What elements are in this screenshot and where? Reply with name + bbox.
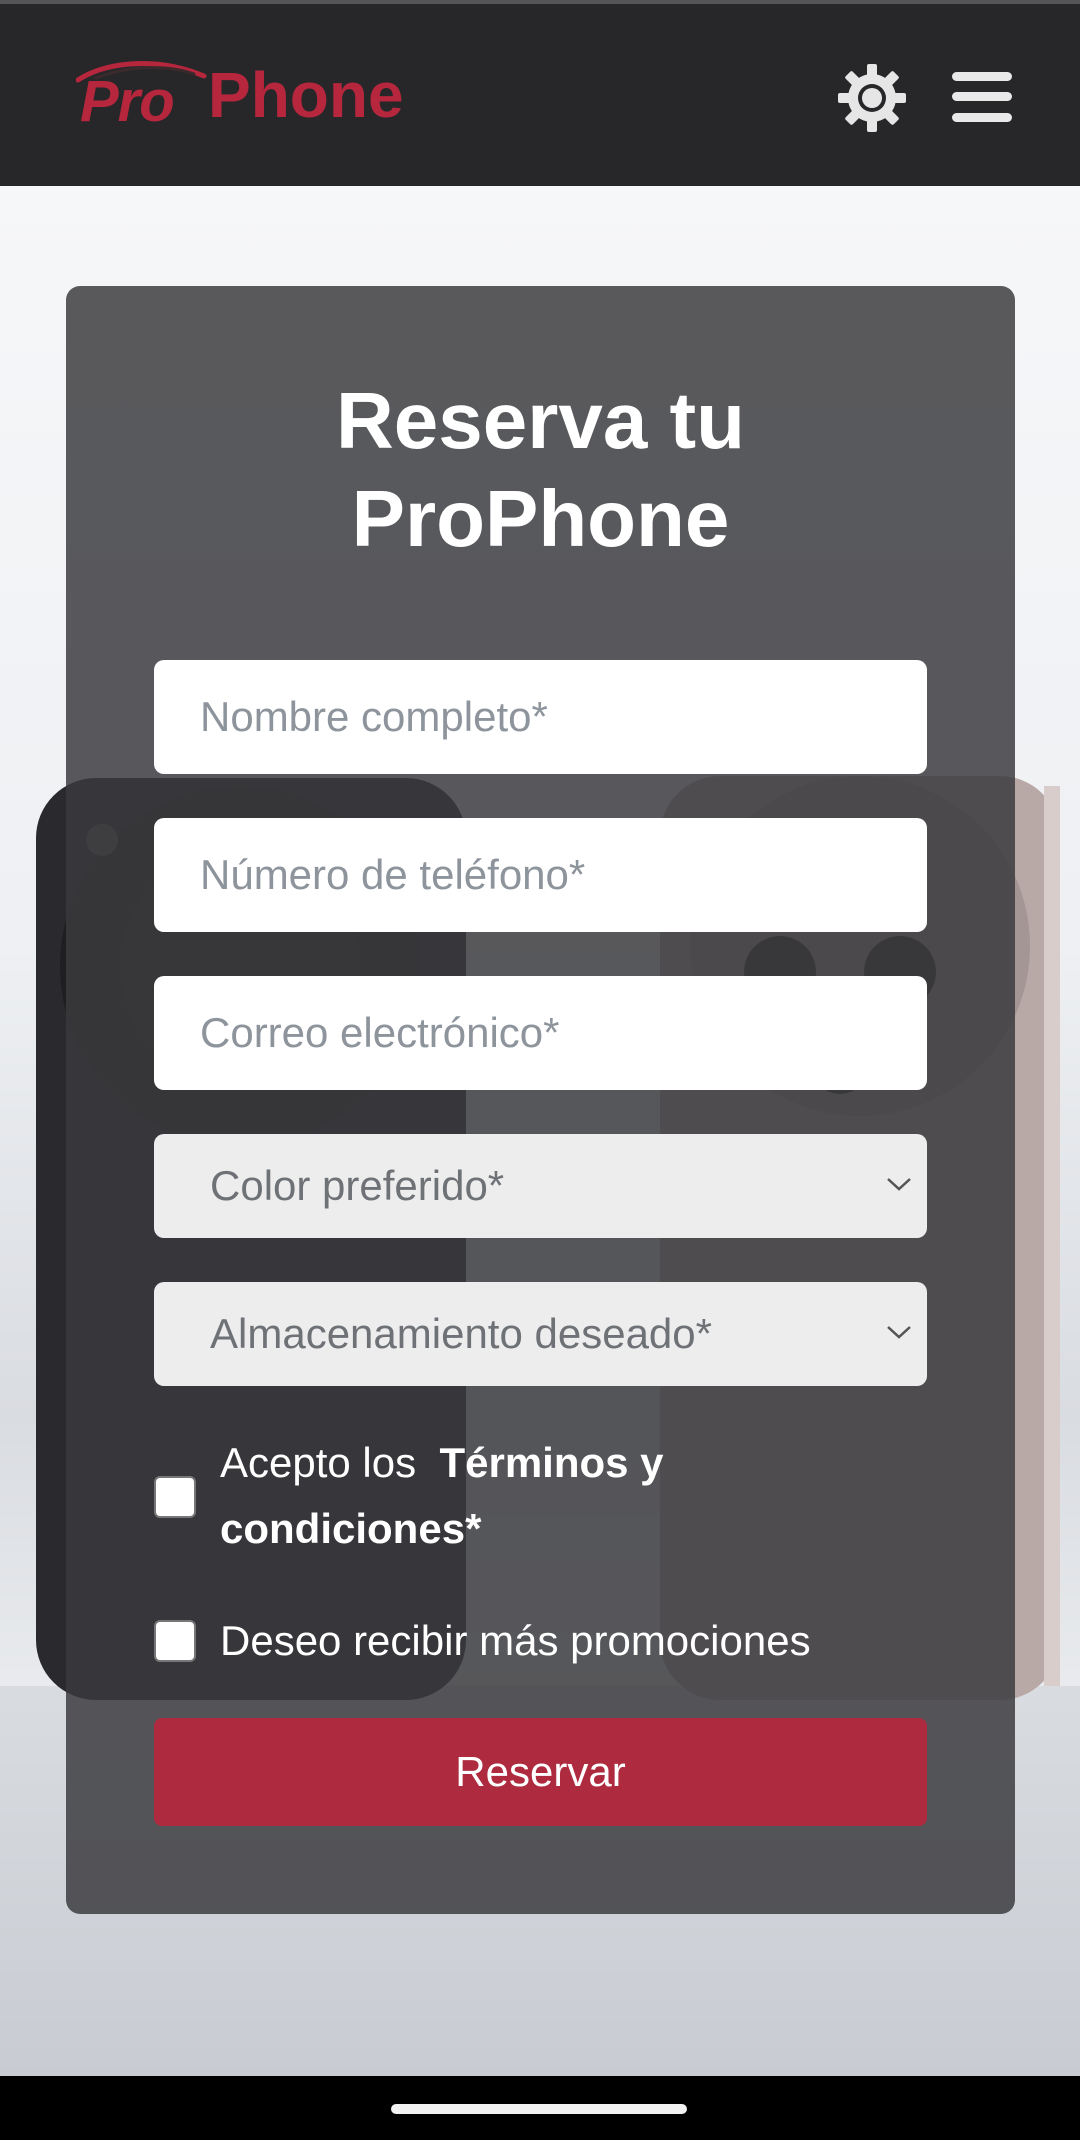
prophone-logo[interactable]: Pro Phone: [76, 54, 406, 144]
form-title-line2: ProPhone: [351, 474, 730, 563]
reserve-button[interactable]: Reservar: [154, 1718, 927, 1826]
color-select[interactable]: Color preferido*: [154, 1134, 927, 1238]
storage-select-label: Almacenamiento deseado*: [210, 1310, 712, 1357]
hamburger-menu-icon[interactable]: [952, 70, 1012, 124]
phone-number-input[interactable]: [154, 818, 927, 932]
storage-select[interactable]: Almacenamiento deseado*: [154, 1282, 927, 1386]
top-navbar: Pro Phone: [0, 0, 1080, 186]
logo-phone-text: Phone: [208, 59, 404, 131]
email-input[interactable]: [154, 976, 927, 1090]
color-select-label: Color preferido*: [210, 1162, 505, 1209]
promotions-checkbox[interactable]: [154, 1620, 196, 1662]
terms-label: Acepto los Términos y condiciones*: [220, 1430, 900, 1562]
logo-pro-text: Pro: [80, 69, 175, 134]
chevron-down-icon: [887, 1326, 911, 1339]
form-title: Reserva tu ProPhone: [66, 372, 1015, 568]
promotions-label: Deseo recibir más promociones: [220, 1617, 811, 1664]
form-title-line1: Reserva tu: [335, 376, 746, 465]
system-navigation-bar: [0, 2076, 1080, 2140]
terms-required-mark: *: [465, 1505, 482, 1552]
gear-icon[interactable]: [836, 62, 908, 134]
home-gesture-bar[interactable]: [391, 2104, 687, 2114]
chevron-down-icon: [887, 1178, 911, 1191]
full-name-input[interactable]: [154, 660, 927, 774]
terms-prefix: Acepto los: [220, 1439, 417, 1486]
reservation-form-card: Reserva tu ProPhone Color preferido* Alm…: [66, 286, 1015, 1914]
terms-checkbox[interactable]: [154, 1476, 196, 1518]
